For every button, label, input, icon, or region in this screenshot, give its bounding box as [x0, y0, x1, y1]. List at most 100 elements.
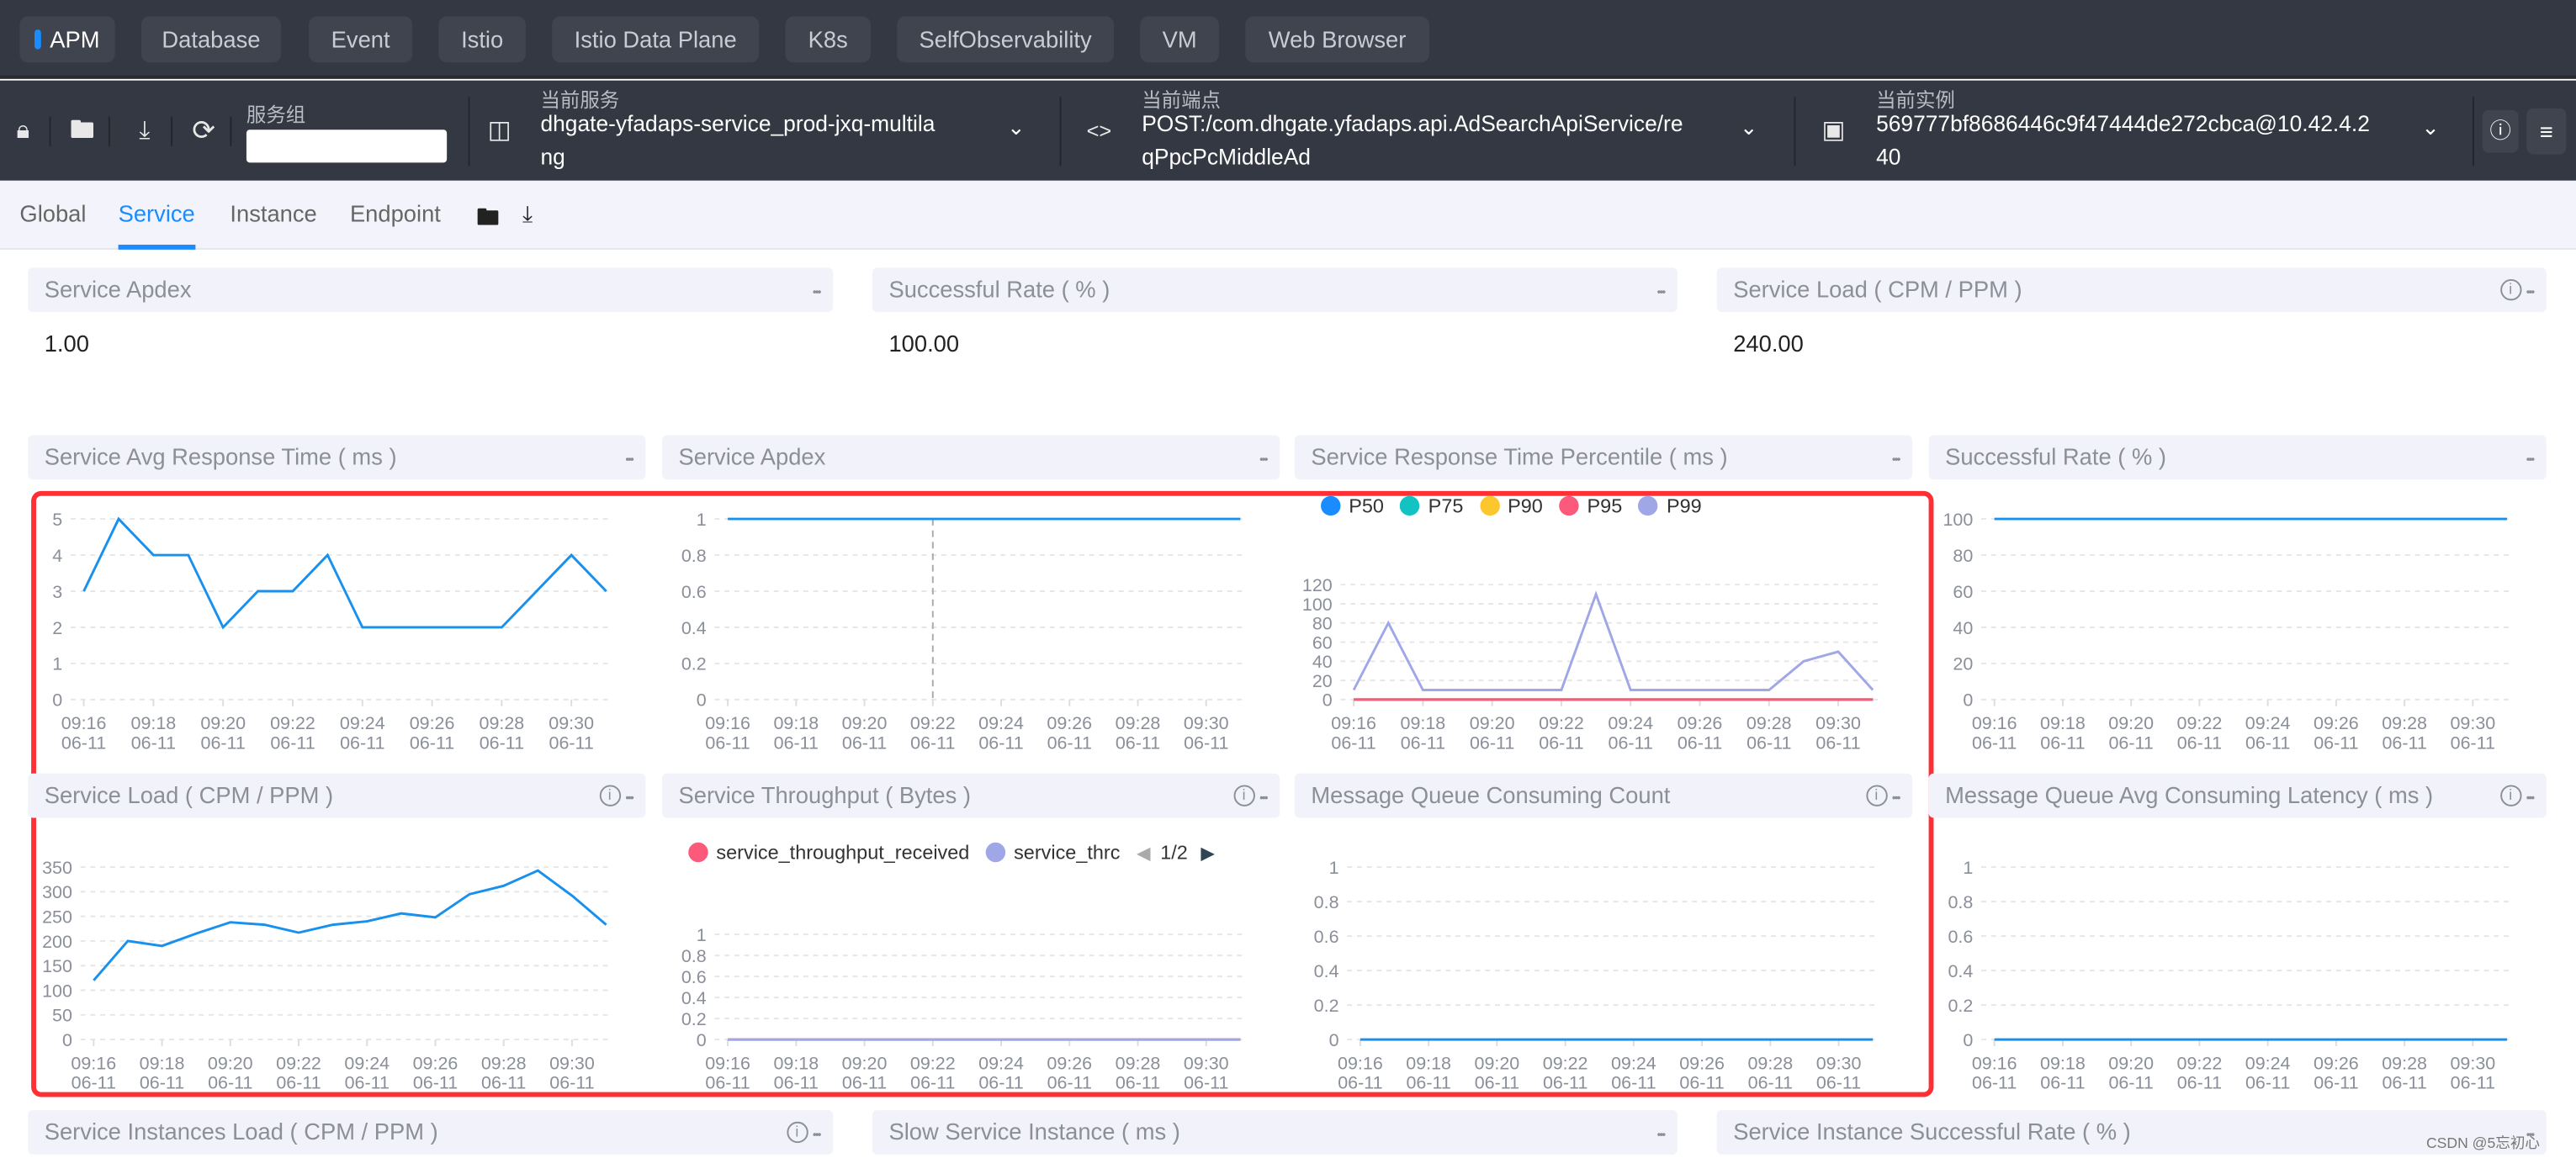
nav-istio[interactable]: Istio: [438, 16, 526, 63]
legend-item[interactable]: P90: [1479, 494, 1543, 517]
instance-value-line: 569777bf8686446c9f47444de272cbca@10.42.4…: [1876, 111, 2370, 137]
folder-icon[interactable]: 🖿: [69, 117, 95, 146]
nav-vm[interactable]: VM: [1140, 16, 1219, 63]
chevron-down-icon[interactable]: ⌄: [1007, 115, 1025, 141]
x-tick-label: 09:30: [1184, 713, 1229, 733]
x-tick-label: 09:24: [340, 713, 385, 733]
widget-header: Service Avg Response Time ( ms ) •••: [28, 435, 646, 480]
x-tick-date: 06-11: [1679, 1073, 1724, 1093]
tab-service[interactable]: Service: [119, 200, 195, 226]
y-tick-label: 0.8: [1948, 892, 1973, 912]
more-icon[interactable]: •••: [1259, 793, 1269, 805]
nav-label: APM: [50, 26, 100, 53]
more-icon[interactable]: •••: [1657, 1130, 1667, 1142]
x-tick-label: 09:20: [842, 1053, 888, 1073]
info-icon[interactable]: i: [599, 785, 621, 806]
x-tick-date: 06-11: [72, 1073, 116, 1093]
x-tick-date: 06-11: [481, 1073, 526, 1093]
nav-k8s[interactable]: K8s: [785, 16, 871, 63]
x-tick-date: 06-11: [2177, 732, 2222, 753]
endpoint-value-line: POST:/com.dhgate.yfadaps.api.AdSearchApi…: [1142, 111, 1683, 137]
legend-item[interactable]: service_thrc: [985, 841, 1120, 864]
widget-header: Service Throughput ( Bytes ) i •••: [661, 773, 1280, 818]
y-tick-label: 40: [1312, 652, 1333, 672]
legend-item[interactable]: P75: [1400, 494, 1463, 517]
tab-global[interactable]: Global: [19, 200, 86, 226]
current-service-select[interactable]: dhgate-yfadaps-service_prod-jxq-multila …: [540, 108, 1009, 174]
x-tick-label: 09:20: [1470, 713, 1515, 733]
x-tick-date: 06-11: [413, 1073, 458, 1093]
legend-item[interactable]: P95: [1559, 494, 1622, 517]
x-tick-label: 09:20: [200, 713, 246, 733]
nav-apm[interactable]: APM: [19, 16, 115, 63]
widget-tools: •••: [813, 267, 822, 315]
info-icon[interactable]: i: [1232, 785, 1255, 806]
x-tick-label: 09:16: [71, 1053, 116, 1073]
x-tick-date: 06-11: [705, 1073, 750, 1093]
more-icon[interactable]: •••: [813, 1130, 822, 1142]
lock-icon[interactable]: 🔒︎: [10, 117, 36, 146]
info-icon[interactable]: i: [2499, 785, 2521, 806]
download-icon[interactable]: ⤓: [522, 200, 533, 228]
download-icon[interactable]: ⤓: [131, 117, 157, 146]
nav-selfobservability[interactable]: SelfObservability: [897, 16, 1114, 63]
more-icon[interactable]: •••: [1892, 455, 1901, 467]
chart-svg: 00.20.40.60.8109:1606-1109:1806-1109:200…: [681, 510, 1248, 753]
more-icon[interactable]: •••: [813, 288, 822, 299]
chevron-down-icon[interactable]: ⌄: [2421, 115, 2439, 141]
more-icon[interactable]: •••: [1259, 455, 1269, 467]
more-icon[interactable]: •••: [2526, 288, 2536, 299]
legend-prev-icon[interactable]: ◀: [1137, 844, 1151, 864]
x-tick-date: 06-11: [1815, 732, 1860, 753]
service-group-input[interactable]: [246, 130, 448, 163]
card-header: Successful Rate ( % ) •••: [872, 267, 1678, 315]
nav-istio-data-plane[interactable]: Istio Data Plane: [552, 16, 760, 63]
menu-toggle-button[interactable]: ≡: [2526, 108, 2567, 155]
x-tick-label: 09:22: [276, 1053, 321, 1073]
x-tick-date: 06-11: [549, 732, 594, 753]
legend-item[interactable]: P50: [1321, 494, 1384, 517]
widget-tools: •••: [1892, 435, 1901, 483]
x-tick-label: 09:30: [2450, 713, 2495, 733]
line-chart: 0 0.2 0.4 0.6 0.8 1 09:16 06-11 09:18 06-11 09:20 0…: [662, 819, 1280, 1098]
nav-web-browser[interactable]: Web Browser: [1245, 16, 1429, 63]
divider: [108, 116, 110, 146]
more-icon[interactable]: •••: [1892, 793, 1901, 805]
widget-title: Successful Rate ( % ): [888, 276, 1110, 303]
x-tick-date: 06-11: [1116, 732, 1160, 753]
folder-icon[interactable]: 🖿: [476, 200, 499, 240]
nav-database[interactable]: Database: [140, 16, 281, 63]
info-button[interactable]: ⓘ: [2482, 109, 2519, 153]
chevron-down-icon[interactable]: ⌄: [1740, 115, 1757, 141]
more-icon[interactable]: •••: [1657, 288, 1667, 299]
x-tick-date: 06-11: [345, 1073, 390, 1093]
y-tick-label: 0: [52, 690, 62, 711]
more-icon[interactable]: •••: [2526, 455, 2536, 467]
current-instance-select[interactable]: 569777bf8686446c9f47444de272cbca@10.42.4…: [1876, 108, 2418, 174]
current-endpoint-select[interactable]: POST:/com.dhgate.yfadaps.api.AdSearchApi…: [1142, 108, 1733, 174]
info-icon[interactable]: i: [1865, 785, 1888, 806]
legend-next-icon[interactable]: ▶: [1201, 844, 1215, 864]
x-tick-date: 06-11: [1746, 732, 1791, 753]
info-icon[interactable]: i: [2499, 278, 2521, 301]
tab-instance[interactable]: Instance: [230, 200, 316, 226]
legend-swatch: [1638, 495, 1659, 516]
x-tick-label: 09:24: [1611, 1053, 1656, 1073]
more-icon[interactable]: •••: [2526, 793, 2536, 805]
more-icon[interactable]: •••: [625, 455, 634, 467]
tab-endpoint[interactable]: Endpoint: [350, 200, 441, 226]
refresh-icon[interactable]: ⟳: [191, 116, 217, 146]
legend-item[interactable]: P99: [1638, 494, 1702, 517]
chart-svg: 00.20.40.60.8109:1606-1109:1806-1109:200…: [1314, 858, 1880, 1093]
legend-item[interactable]: service_throughput_received: [688, 841, 969, 864]
more-icon[interactable]: •••: [625, 793, 634, 805]
x-tick-date: 06-11: [1184, 1073, 1228, 1093]
x-tick-label: 09:26: [1678, 713, 1723, 733]
info-icon[interactable]: i: [786, 1121, 808, 1144]
nav-event[interactable]: Event: [309, 16, 413, 63]
widget-tools: •••: [1657, 267, 1667, 315]
x-tick-date: 06-11: [1470, 732, 1514, 753]
x-tick-date: 06-11: [774, 732, 819, 753]
x-tick-label: 09:26: [1047, 1053, 1092, 1073]
x-tick-date: 06-11: [2109, 1073, 2154, 1093]
